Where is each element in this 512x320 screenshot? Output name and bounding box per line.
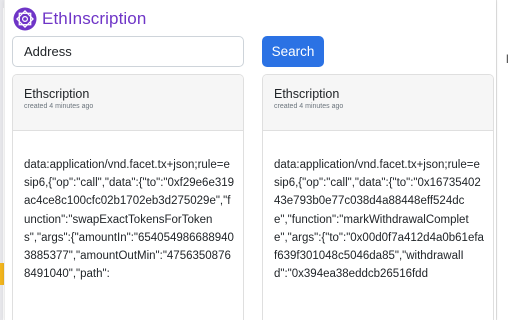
ethscription-logo-icon [13, 7, 37, 31]
background-page-right [496, 0, 512, 320]
card-timestamp: created 4 minutes ago [24, 103, 94, 110]
popup-header: EthInscription [13, 6, 146, 32]
card-timestamp: created 4 minutes ago [274, 103, 344, 110]
address-input[interactable] [12, 36, 244, 67]
search-button[interactable]: Search [262, 36, 324, 67]
app-title: EthInscription [42, 9, 147, 28]
card-content: data:application/vnd.facet.tx+json;rule=… [274, 159, 484, 281]
card-title: Ethscription [24, 87, 90, 101]
card-header: Ethscription created 4 minutes ago [263, 75, 493, 131]
card-content: data:application/vnd.facet.tx+json;rule=… [24, 159, 235, 281]
card-body: data:application/vnd.facet.tx+json;rule=… [263, 131, 485, 283]
card-title: Ethscription [274, 87, 340, 101]
card-body: data:application/vnd.facet.tx+json;rule=… [13, 131, 235, 283]
extension-popup: EthInscription Search Ethscription creat… [4, 0, 496, 320]
background-page-text: l [506, 52, 509, 66]
ethscription-card[interactable]: Ethscription created 4 minutes ago data:… [262, 74, 494, 320]
ethscription-card[interactable]: Ethscription created 4 minutes ago data:… [12, 74, 244, 320]
card-header: Ethscription created 4 minutes ago [13, 75, 243, 131]
